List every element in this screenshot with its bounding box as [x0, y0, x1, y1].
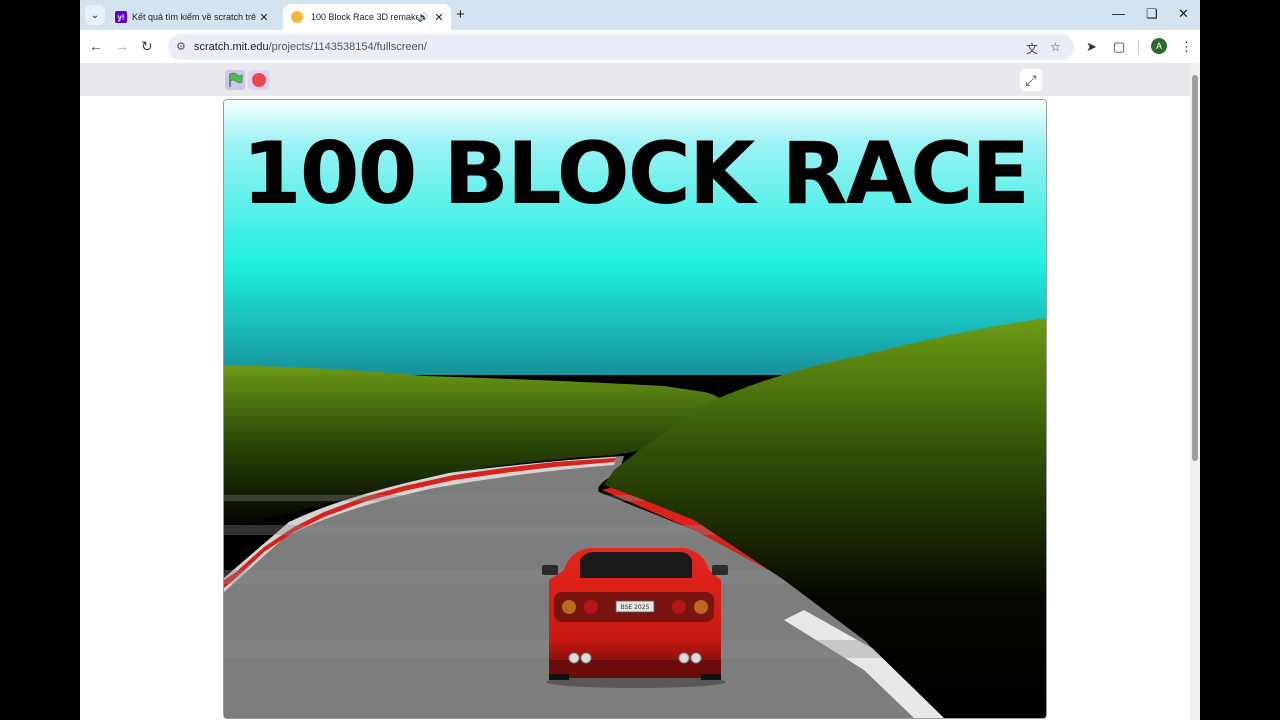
profile-avatar[interactable]: A	[1151, 38, 1167, 54]
toolbar-divider	[1138, 40, 1139, 54]
window-close-icon[interactable]: ✕	[1178, 6, 1189, 22]
restore-icon[interactable]: ❏	[1146, 6, 1158, 22]
minimize-icon[interactable]: —	[1112, 6, 1125, 21]
extensions-icon[interactable]: ▢	[1113, 39, 1125, 55]
browser-window: ⌄ y! Kết quả tìm kiếm về scratch trê ✕ 1…	[80, 0, 1200, 720]
browser-toolbar: ← → ↻ ⚙ scratch.mit.edu/projects/1143538…	[80, 30, 1200, 63]
page-scrollbar[interactable]	[1190, 63, 1200, 720]
chevron-down-icon: ⌄	[90, 9, 100, 21]
menu-kebab-icon[interactable]: ⋮	[1180, 39, 1193, 55]
address-bar[interactable]: ⚙ scratch.mit.edu/projects/1143538154/fu…	[168, 34, 1074, 60]
green-flag-icon	[229, 72, 243, 87]
tab-scratch-project[interactable]: 100 Block Race 3D remake 🔊 ✕	[283, 4, 451, 30]
exit-fullscreen-icon: ⤢	[1025, 72, 1037, 88]
page-content: ⤢ BSE 2025 100 BLOCK RACE	[80, 63, 1190, 720]
scrollbar-thumb[interactable]	[1192, 75, 1198, 461]
green-flag-button[interactable]	[225, 70, 245, 90]
close-icon[interactable]: ✕	[431, 11, 447, 24]
tab-title: 100 Block Race 3D remake	[311, 12, 418, 22]
bookmark-star-icon[interactable]: ☆	[1050, 40, 1061, 54]
left-mirror	[542, 565, 558, 575]
exit-fullscreen-button[interactable]: ⤢	[1020, 69, 1042, 91]
tab-search-button[interactable]: ⌄	[85, 5, 105, 25]
tab-title: Kết quả tìm kiếm về scratch trê	[132, 12, 256, 22]
url-path: /projects/1143538154/fullscreen/	[268, 41, 427, 53]
tab-strip: ⌄ y! Kết quả tìm kiếm về scratch trê ✕ 1…	[80, 0, 1200, 30]
site-info-icon[interactable]: ⚙	[176, 40, 186, 53]
tab-search-results[interactable]: y! Kết quả tìm kiếm về scratch trê ✕	[110, 4, 276, 30]
player-car: BSE 2025	[542, 548, 728, 688]
game-title: 100 BLOCK RACE	[241, 124, 1030, 224]
back-icon[interactable]: ←	[89, 38, 103, 54]
close-icon[interactable]: ✕	[256, 11, 272, 24]
right-mirror	[712, 565, 728, 575]
url-host: scratch.mit.edu	[194, 41, 269, 53]
stop-icon	[252, 73, 266, 87]
speaker-icon[interactable]: 🔊	[418, 12, 429, 23]
url-text: scratch.mit.edu/projects/1143538154/full…	[194, 41, 427, 53]
forward-icon[interactable]: →	[115, 38, 129, 54]
yahoo-icon: y!	[115, 11, 127, 23]
reload-icon[interactable]: ↻	[141, 38, 153, 55]
license-plate-text: BSE 2025	[621, 604, 650, 611]
stop-button[interactable]	[248, 70, 270, 90]
cursor-icon[interactable]: ➤	[1086, 39, 1097, 55]
game-stage[interactable]: BSE 2025 100 BLOCK RACE	[223, 99, 1047, 719]
project-controls: ⤢	[80, 63, 1190, 96]
new-tab-button[interactable]: +	[456, 6, 465, 23]
translate-icon[interactable]: 文	[1026, 40, 1038, 57]
scratch-icon	[291, 11, 303, 23]
